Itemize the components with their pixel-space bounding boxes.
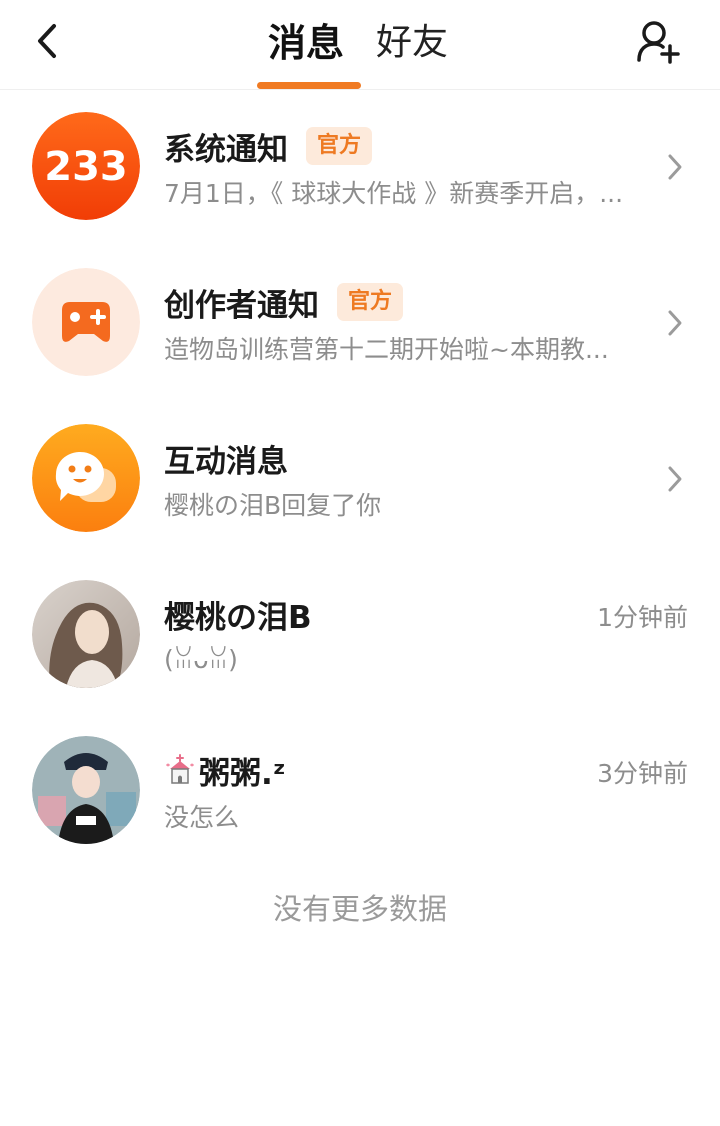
- message-time: 3分钟前: [597, 759, 688, 788]
- title-row: 系统通知 官方: [164, 124, 373, 168]
- list-item-creator-notice[interactable]: 创作者通知 官方 造物岛训练营第十二期开始啦~本期教...: [0, 246, 720, 402]
- message-preview: 7月1日，《 球球大作战 》新赛季开启，...: [164, 179, 624, 208]
- message-preview: 樱桃の泪B回复了你: [164, 491, 382, 520]
- user-avatar: [32, 736, 140, 844]
- tab-friends[interactable]: 好友: [376, 18, 448, 68]
- message-preview: 造物岛训练营第十二期开始啦~本期教...: [164, 335, 609, 364]
- svg-text:233: 233: [44, 144, 128, 190]
- conversation-title: 粥粥.ᶻ: [199, 755, 286, 792]
- chevron-right-icon: [668, 154, 682, 180]
- list-item-system-notice[interactable]: 233 系统通知 官方 7月1日，《 球球大作战 》新赛季开启，...: [0, 90, 720, 246]
- conversation-title: 樱桃の泪B: [164, 599, 312, 636]
- tab-messages[interactable]: 消息: [268, 18, 344, 68]
- official-badge: 官方: [306, 127, 373, 165]
- message-preview: (ꈍᴗꈍ): [164, 645, 238, 674]
- user-avatar: [32, 580, 140, 688]
- message-list: 233 系统通知 官方 7月1日，《 球球大作战 》新赛季开启，... 创作者通…: [0, 90, 720, 870]
- 233-logo-icon: 233: [32, 112, 140, 220]
- message-time: 1分钟前: [597, 603, 688, 632]
- chevron-right-icon: [668, 310, 682, 336]
- message-preview: 没怎么: [164, 803, 240, 832]
- chat-bubble-icon: [32, 424, 140, 532]
- active-tab-indicator: [257, 82, 361, 89]
- list-item-chat[interactable]: 樱桃の泪B (ꈍᴗꈍ) 1分钟前: [0, 558, 720, 714]
- title-row: 樱桃の泪B: [164, 592, 312, 636]
- title-row: 互动消息: [164, 436, 288, 480]
- add-user-icon[interactable]: [634, 18, 682, 66]
- title-row: 创作者通知 官方: [164, 280, 404, 324]
- top-bar: 消息 好友: [0, 0, 720, 90]
- chevron-right-icon: [668, 466, 682, 492]
- church-emoji-icon: [166, 754, 194, 784]
- conversation-title: 互动消息: [164, 443, 288, 480]
- gamepad-icon: [32, 268, 140, 376]
- title-row: 粥粥.ᶻ: [164, 748, 286, 792]
- no-more-data-label: 没有更多数据: [272, 892, 447, 926]
- chevron-left-icon[interactable]: [28, 18, 68, 64]
- conversation-title: 系统通知: [164, 131, 288, 168]
- official-badge: 官方: [337, 283, 404, 321]
- list-item-chat[interactable]: 粥粥.ᶻ 没怎么 3分钟前: [0, 714, 720, 870]
- conversation-title: 创作者通知: [164, 287, 319, 324]
- list-item-interaction[interactable]: 互动消息 樱桃の泪B回复了你: [0, 402, 720, 558]
